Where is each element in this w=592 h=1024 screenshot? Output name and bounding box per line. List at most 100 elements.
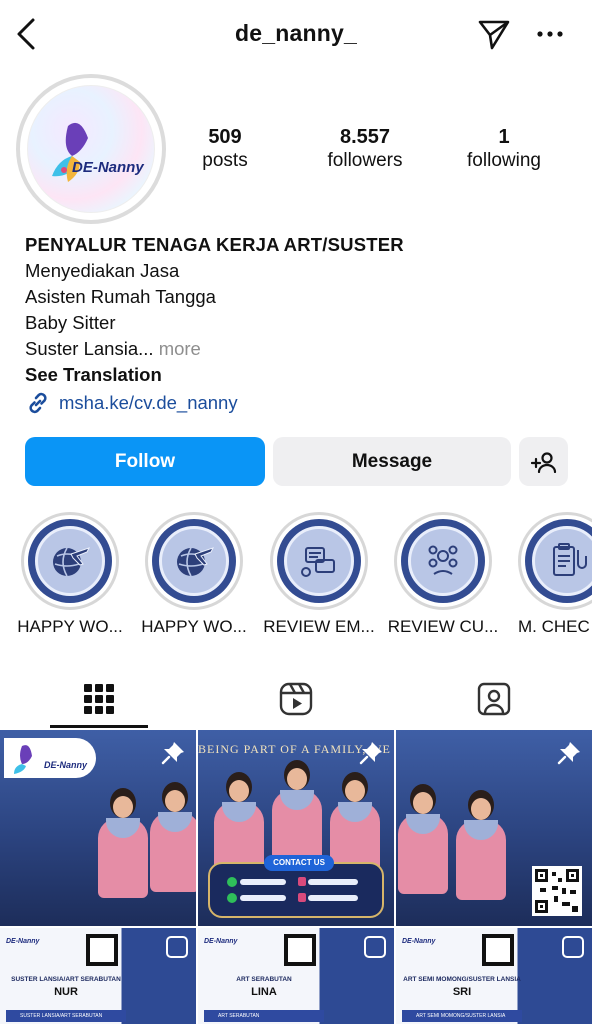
tab-tagged[interactable] — [395, 670, 592, 728]
person-figure — [454, 790, 508, 900]
post-thumbnail[interactable]: DE-Nanny SUSTER LANSIA/ART SERABUTAN NUR… — [0, 928, 196, 1024]
highlight-label: M. CHEC — [518, 617, 590, 636]
highlight-ring — [394, 512, 492, 610]
highlight-item[interactable]: REVIEW EM... — [259, 512, 379, 638]
tagged-icon — [477, 682, 510, 716]
avatar: DE-Nanny — [27, 85, 155, 213]
bio-line: Menyediakan Jasa — [25, 260, 180, 281]
butterfly-logo-icon — [14, 745, 32, 774]
card-title: ART SERABUTAN — [236, 976, 292, 983]
grid-icon — [83, 684, 114, 714]
post-logo-text: DE-Nanny — [44, 760, 88, 770]
carousel-icon — [364, 936, 386, 958]
highlight-label: REVIEW EM... — [263, 617, 375, 636]
highlight-label: REVIEW CU... — [387, 617, 499, 636]
post-thumbnail[interactable]: DE-Nanny — [0, 730, 196, 926]
post-logo-text: DE-Nanny — [402, 938, 436, 945]
qr-code — [284, 934, 316, 966]
card-name: NUR — [54, 986, 78, 998]
qr-code — [482, 934, 514, 966]
highlight-ring — [145, 512, 243, 610]
card-subtitle: ART SERABUTAN — [204, 1010, 324, 1022]
stat-value: 509 — [208, 126, 242, 148]
post-thumbnail[interactable]: DE-Nanny ART SERABUTAN LINA ART SERABUTA… — [198, 928, 394, 1024]
add-user-icon — [530, 451, 556, 473]
post-thumbnail[interactable]: DE-Nanny ART SEMI MOMONG/SUSTER LANSIA S… — [396, 928, 592, 1024]
suggested-users-button[interactable] — [519, 437, 568, 486]
pinned-post-icon — [358, 740, 384, 771]
bio-more-link[interactable]: more — [159, 338, 201, 359]
more-options-button[interactable] — [530, 14, 570, 54]
highlight-item[interactable]: REVIEW CU... — [383, 512, 503, 638]
stat-value: 1 — [498, 126, 510, 148]
post-thumbnail[interactable]: BEING PART OF A FAMILY, WE MAKE A HOUSE … — [198, 730, 394, 926]
bio: PENYALUR TENAGA KERJA ART/SUSTER Menyedi… — [25, 232, 575, 416]
highlight-ring — [270, 512, 368, 610]
top-bar: de_nanny_ — [0, 0, 592, 70]
posts-grid: DE-Nanny BEING PART OF A FAMILY, WE MAKE… — [0, 730, 592, 1024]
carousel-icon — [166, 936, 188, 958]
card-name: LINA — [251, 986, 277, 998]
highlight-label: HAPPY WO... — [17, 617, 123, 636]
butterfly-logo-icon — [52, 122, 88, 182]
pinned-post-icon — [160, 740, 186, 771]
contact-box: CONTACT US — [208, 855, 384, 918]
person-figure — [270, 760, 324, 870]
share-button[interactable] — [474, 14, 514, 54]
post-logo-text: DE-Nanny — [6, 938, 40, 945]
medical-clipboard-icon — [553, 543, 587, 576]
highlight-item[interactable]: HAPPY WO... — [10, 512, 130, 638]
card-subtitle: ART SEMI MOMONG/SUSTER LANSIA — [402, 1010, 522, 1022]
highlight-item[interactable]: HAPPY WO... — [134, 512, 254, 638]
card-title: SUSTER LANSIA/ART SERABUTAN — [11, 976, 121, 983]
post-thumbnail[interactable] — [396, 730, 592, 926]
tab-reels[interactable] — [197, 670, 394, 728]
card-name: SRI — [452, 986, 472, 998]
stat-label: posts — [202, 150, 248, 171]
message-button[interactable]: Message — [273, 437, 511, 486]
person-figure — [96, 788, 150, 898]
qr-code — [86, 934, 118, 966]
bio-link[interactable]: msha.ke/cv.de_nanny — [25, 390, 575, 416]
bio-line-last: Suster Lansia... more — [25, 336, 575, 362]
tab-active-indicator — [50, 725, 148, 728]
review-chat-icon — [301, 547, 335, 577]
card-title: ART SEMI MOMONG/SUSTER LANSIA — [403, 976, 521, 983]
tab-grid[interactable] — [0, 670, 197, 728]
avatar-logo-text: DE-Nanny — [72, 159, 144, 176]
bio-line-text: Suster Lansia... — [25, 338, 154, 359]
link-icon — [29, 392, 47, 414]
bio-line: Baby Sitter — [25, 312, 116, 333]
bio-link-text[interactable]: msha.ke/cv.de_nanny — [59, 390, 238, 416]
stat-label: followers — [327, 150, 403, 171]
pinned-post-icon — [556, 740, 582, 771]
card-subtitle: SUSTER LANSIA/ART SERABUTAN — [6, 1010, 126, 1022]
person-figure — [148, 782, 196, 892]
stat-followers[interactable]: 8.557 followers — [295, 126, 435, 174]
follow-button[interactable]: Follow — [25, 437, 265, 486]
contact-details-graphic — [227, 877, 358, 903]
post-logo-text: DE-Nanny — [204, 938, 238, 945]
person-figure — [396, 784, 450, 894]
qr-code — [532, 866, 582, 916]
stat-posts[interactable]: 509 posts — [155, 126, 295, 174]
stat-label: following — [467, 150, 541, 171]
more-dots-icon — [537, 31, 563, 37]
highlight-item[interactable]: M. CHEC — [508, 512, 592, 638]
post-logo: DE-Nanny — [4, 738, 96, 778]
bio-name: PENYALUR TENAGA KERJA ART/SUSTER — [25, 234, 404, 255]
avatar-ring[interactable]: DE-Nanny — [16, 74, 166, 224]
stat-value: 8.557 — [339, 126, 391, 148]
highlight-label: HAPPY WO... — [141, 617, 247, 636]
highlight-ring — [21, 512, 119, 610]
bio-line: Asisten Rumah Tangga — [25, 286, 216, 307]
stat-following[interactable]: 1 following — [434, 126, 574, 174]
customer-icon — [428, 545, 458, 575]
highlight-ring — [518, 512, 592, 610]
globe-plane-icon — [53, 547, 90, 577]
see-translation-link[interactable]: See Translation — [25, 362, 575, 388]
reels-icon — [279, 682, 312, 716]
carousel-icon — [562, 936, 584, 958]
send-icon — [478, 20, 510, 50]
globe-plane-icon — [177, 547, 214, 577]
